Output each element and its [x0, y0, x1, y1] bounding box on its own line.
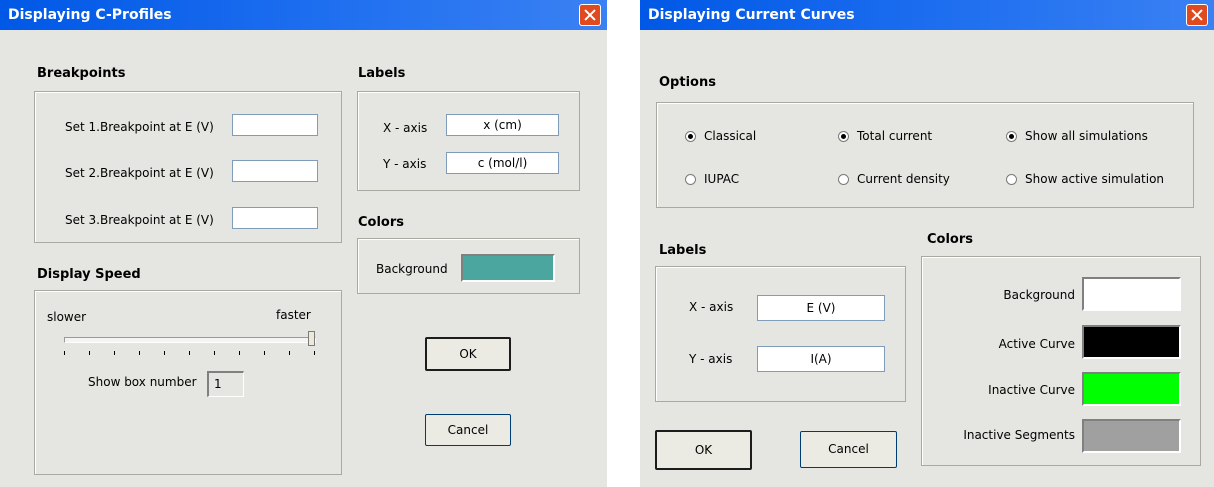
radio-label: Show all simulations [1025, 129, 1148, 143]
c-profiles-dialog: Displaying C-Profiles Breakpoints Set 1.… [0, 0, 607, 487]
radio-indicator [1006, 173, 1017, 185]
radio-indicator [838, 173, 849, 185]
slider-tick [214, 351, 215, 355]
breakpoint-2-input[interactable] [232, 160, 318, 182]
inactive-curve-label: Inactive Curve [988, 383, 1075, 397]
title-bar[interactable]: Displaying Current Curves [640, 0, 1214, 30]
breakpoint-3-input[interactable] [232, 207, 318, 229]
radio-label: IUPAC [704, 172, 740, 186]
radio-iupac[interactable]: IUPAC [685, 172, 739, 186]
breakpoint-3-label: Set 3.Breakpoint at E (V) [65, 213, 214, 227]
y-axis-input[interactable]: I(A) [757, 346, 885, 372]
slider-tick [114, 351, 115, 355]
dialog-title: Displaying C-Profiles [8, 7, 172, 23]
cancel-button[interactable]: Cancel [800, 431, 897, 468]
inactive-segments-swatch[interactable] [1082, 419, 1181, 453]
y-axis-label: Y - axis [689, 352, 733, 366]
background-color-label: Background [1003, 288, 1075, 302]
radio-show-active-simulation[interactable]: Show active simulation [1006, 172, 1164, 186]
colors-heading: Colors [927, 232, 974, 247]
radio-indicator [838, 130, 849, 142]
slider-tick [139, 351, 140, 355]
title-bar[interactable]: Displaying C-Profiles [0, 0, 607, 30]
radio-indicator [1006, 130, 1017, 142]
active-curve-label: Active Curve [998, 337, 1075, 351]
slider-tick [189, 351, 190, 355]
y-axis-input[interactable]: c (mol/l) [446, 152, 559, 174]
radio-label: Show active simulation [1025, 172, 1165, 186]
options-group [656, 102, 1194, 208]
radio-current-density[interactable]: Current density [838, 172, 950, 186]
box-number-field[interactable]: 1 [207, 371, 244, 397]
x-axis-input[interactable]: x (cm) [446, 114, 559, 136]
breakpoint-1-label: Set 1.Breakpoint at E (V) [65, 120, 214, 134]
x-axis-label: X - axis [689, 300, 734, 314]
ok-button[interactable]: OK [655, 430, 752, 470]
speed-slider-track[interactable] [64, 337, 316, 343]
inactive-curve-swatch[interactable] [1082, 372, 1181, 406]
breakpoints-heading: Breakpoints [37, 66, 126, 81]
slider-tick [314, 351, 315, 355]
y-axis-label: Y - axis [383, 157, 427, 171]
colors-heading: Colors [358, 215, 405, 230]
radio-total-current[interactable]: Total current [838, 129, 932, 143]
x-axis-label: X - axis [383, 121, 428, 135]
current-curves-dialog: Displaying Current Curves Options Classi… [640, 0, 1214, 487]
labels-heading: Labels [659, 243, 707, 258]
dialog-title: Displaying Current Curves [648, 7, 855, 23]
breakpoint-1-input[interactable] [232, 114, 318, 136]
radio-label: Total current [857, 129, 933, 143]
breakpoint-2-label: Set 2.Breakpoint at E (V) [65, 166, 214, 180]
labels-group [357, 91, 580, 191]
slider-tick [89, 351, 90, 355]
x-axis-input[interactable]: E (V) [757, 295, 885, 321]
inactive-segments-label: Inactive Segments [963, 428, 1075, 442]
slider-tick [164, 351, 165, 355]
labels-heading: Labels [358, 66, 406, 81]
radio-indicator [685, 130, 696, 142]
background-color-swatch[interactable] [1082, 277, 1181, 311]
slider-tick [289, 351, 290, 355]
close-icon[interactable] [579, 4, 601, 26]
show-box-number-label: Show box number [88, 375, 197, 389]
active-curve-swatch[interactable] [1082, 325, 1181, 359]
radio-indicator [685, 173, 696, 185]
background-color-swatch[interactable] [461, 254, 555, 282]
faster-label: faster [276, 308, 311, 322]
labels-group [655, 266, 906, 402]
radio-classical[interactable]: Classical [685, 129, 756, 143]
radio-label: Classical [704, 129, 757, 143]
slower-label: slower [47, 310, 87, 324]
speed-slider-thumb[interactable] [308, 331, 315, 346]
slider-tick [239, 351, 240, 355]
radio-show-all-simulations[interactable]: Show all simulations [1006, 129, 1148, 143]
slider-tick [64, 351, 65, 355]
background-color-label: Background [376, 262, 448, 276]
radio-label: Current density [857, 172, 950, 186]
cancel-button[interactable]: Cancel [425, 414, 511, 446]
display-speed-heading: Display Speed [37, 267, 141, 282]
options-heading: Options [659, 75, 716, 90]
slider-tick [264, 351, 265, 355]
ok-button[interactable]: OK [425, 337, 511, 371]
close-icon[interactable] [1186, 4, 1208, 26]
